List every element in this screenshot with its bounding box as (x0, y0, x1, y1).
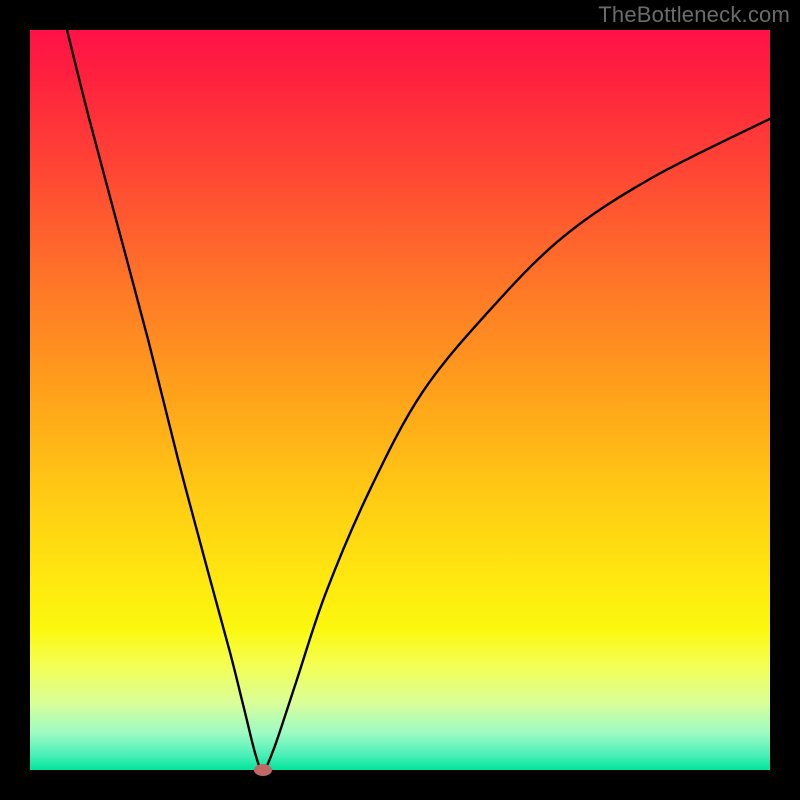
optimum-marker (254, 764, 272, 776)
chart-frame: TheBottleneck.com (0, 0, 800, 800)
bottleneck-curve (30, 30, 770, 770)
watermark-text: TheBottleneck.com (598, 2, 790, 28)
plot-area (30, 30, 770, 770)
curve-path (67, 30, 770, 770)
